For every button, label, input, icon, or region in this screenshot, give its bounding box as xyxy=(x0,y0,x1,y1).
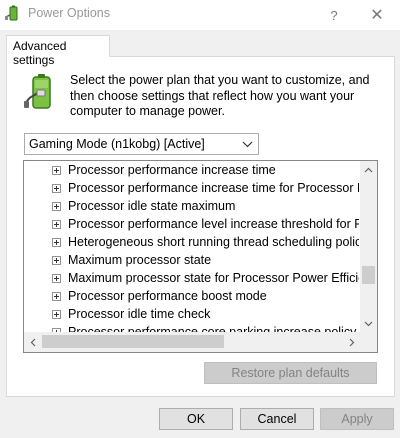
tree-item[interactable]: Maximum processor state for Processor Po… xyxy=(52,269,359,287)
chevron-up-icon xyxy=(364,167,373,172)
chevron-down-icon xyxy=(242,141,253,148)
battery-plug-icon xyxy=(24,74,51,109)
expand-plus-icon[interactable] xyxy=(52,292,61,301)
tree-item-label: Heterogeneous short running thread sched… xyxy=(68,235,359,249)
settings-tree-viewport: Processor performance increase time Proce… xyxy=(24,161,359,332)
horizontal-scrollbar[interactable] xyxy=(24,332,360,352)
tree-item-label: Processor idle time check xyxy=(68,307,211,321)
scroll-down-button[interactable] xyxy=(360,315,377,332)
tree-item-label: Maximum processor state for Processor Po… xyxy=(68,271,359,285)
scroll-up-button[interactable] xyxy=(360,161,377,178)
close-button[interactable]: ✕ xyxy=(357,0,397,30)
tree-item[interactable]: Maximum processor state xyxy=(52,251,359,269)
vertical-scrollbar[interactable] xyxy=(360,161,377,332)
chevron-right-icon xyxy=(349,338,354,346)
expand-plus-icon[interactable] xyxy=(52,220,61,229)
scrollbar-corner xyxy=(360,332,377,352)
tree-item[interactable]: Processor performance core parking incre… xyxy=(52,323,359,332)
expand-plus-icon[interactable] xyxy=(52,274,61,283)
vertical-scroll-thumb[interactable] xyxy=(362,266,375,284)
tree-item-label: Processor performance level increase thr… xyxy=(68,217,359,231)
expand-plus-icon[interactable] xyxy=(52,256,61,265)
tree-item-label: Processor idle state maximum xyxy=(68,199,236,213)
horizontal-scroll-thumb[interactable] xyxy=(42,335,224,348)
scroll-left-button[interactable] xyxy=(24,332,41,352)
tree-item-label: Processor performance increase time xyxy=(68,163,276,177)
tree-item-label: Processor performance boost mode xyxy=(68,289,267,303)
window-title: Power Options xyxy=(28,6,110,20)
tree-item[interactable]: Processor performance increase time for … xyxy=(52,179,359,197)
help-icon: ? xyxy=(330,7,338,23)
tree-item-label: Processor performance core parking incre… xyxy=(68,325,357,332)
power-options-icon xyxy=(5,5,18,21)
help-button[interactable]: ? xyxy=(314,0,354,30)
intro-text: Select the power plan that you want to c… xyxy=(70,73,370,118)
tree-item[interactable]: Heterogeneous short running thread sched… xyxy=(52,233,359,251)
tree-item[interactable]: Processor performance boost mode xyxy=(52,287,359,305)
tree-item[interactable]: Processor idle state maximum xyxy=(52,197,359,215)
scroll-right-button[interactable] xyxy=(343,332,360,352)
apply-button[interactable]: Apply xyxy=(320,408,394,430)
advanced-settings-panel: Select the power plan that you want to c… xyxy=(6,56,395,397)
expand-plus-icon[interactable] xyxy=(52,310,61,319)
settings-tree[interactable]: Processor performance increase time Proce… xyxy=(23,160,378,353)
tree-item[interactable]: Processor performance increase time xyxy=(52,161,359,179)
expand-plus-icon[interactable] xyxy=(52,184,61,193)
chevron-down-icon xyxy=(364,321,373,326)
ok-button[interactable]: OK xyxy=(159,408,233,430)
power-plan-select[interactable]: Gaming Mode (n1kobg) [Active] xyxy=(24,133,259,155)
expand-plus-icon[interactable] xyxy=(52,202,61,211)
tab-advanced-settings[interactable]: Advanced settings xyxy=(6,35,110,67)
expand-plus-icon[interactable] xyxy=(52,166,61,175)
tree-item[interactable]: Processor performance level increase thr… xyxy=(52,215,359,233)
close-icon: ✕ xyxy=(370,7,384,24)
title-bar: Power Options ? ✕ xyxy=(0,0,400,30)
power-plan-selected: Gaming Mode (n1kobg) [Active] xyxy=(29,137,205,151)
cancel-button[interactable]: Cancel xyxy=(240,408,314,430)
expand-plus-icon[interactable] xyxy=(52,238,61,247)
tree-item[interactable]: Processor idle time check xyxy=(52,305,359,323)
tree-item-label: Maximum processor state xyxy=(68,253,212,267)
restore-plan-defaults-button[interactable]: Restore plan defaults xyxy=(204,362,377,384)
chevron-left-icon xyxy=(30,338,35,346)
tree-item-label: Processor performance increase time for … xyxy=(68,181,359,195)
